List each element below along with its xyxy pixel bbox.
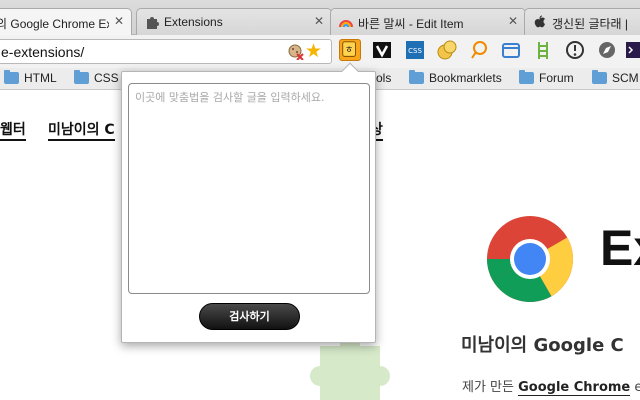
tab-albums[interactable]: 갱신된 글타래 | Alb <box>524 8 640 35</box>
ladder-extension-button[interactable] <box>532 39 554 61</box>
nav-link-minami[interactable]: 미남이의 C <box>48 121 115 141</box>
google-chrome-link[interactable]: Google Chrome <box>518 380 631 396</box>
bookmark-css[interactable]: CSS <box>74 70 119 87</box>
tab-google-chrome-ext[interactable]: 의 Google Chrome Ext ✕ <box>0 8 132 35</box>
intro-paragraph: 제가 만든 Google Chrome e <box>462 376 640 396</box>
bookmark-label: HTML <box>24 71 57 85</box>
speech-extension-button[interactable] <box>468 39 490 61</box>
apple-icon <box>534 15 545 28</box>
toolbar: e-extensions/ ★ ㅎ CSS <box>0 35 640 68</box>
spellcheck-popup: 검사하기 <box>121 62 376 343</box>
tab-title: 갱신된 글타래 | Alb <box>552 17 631 31</box>
bookmark-tools[interactable]: ols <box>376 71 391 87</box>
folder-icon <box>519 70 534 84</box>
folder-icon <box>502 43 520 58</box>
spellcheck-input[interactable] <box>128 83 370 294</box>
bookmark-label: ols <box>376 71 392 85</box>
info-icon <box>566 41 584 59</box>
hangul-check-extension-button[interactable]: ㅎ <box>339 39 361 61</box>
bookmark-star-icon[interactable]: ★ <box>305 41 322 61</box>
paragraph-text: e <box>634 380 640 395</box>
css-icon: CSS <box>406 41 424 59</box>
coin-icon <box>437 40 457 60</box>
ladder-icon <box>538 42 548 59</box>
bookmark-label: CSS <box>94 71 119 85</box>
compass-icon <box>599 42 615 58</box>
tab-title: 바른 말씨 - Edit Item <box>358 17 464 31</box>
css-extension-button[interactable]: CSS <box>404 39 426 61</box>
paragraph-text: 제가 만든 <box>462 380 519 395</box>
bookmark-scm[interactable]: SCM <box>592 70 639 87</box>
speech-bubble-icon <box>471 41 487 59</box>
v-icon <box>373 42 391 58</box>
check-button[interactable]: 검사하기 <box>199 303 300 330</box>
terminal-icon <box>626 42 640 58</box>
bookmark-html[interactable]: HTML <box>4 70 57 87</box>
terminal-extension-button[interactable] <box>624 39 640 61</box>
folder-extension-button[interactable] <box>500 39 522 61</box>
page-title: Ex <box>600 220 640 276</box>
section-heading: 미남이의 Google C <box>461 335 624 356</box>
cookie-blocked-icon[interactable] <box>288 44 304 60</box>
bookmark-forum[interactable]: Forum <box>519 70 574 87</box>
tab-strip: 의 Google Chrome Ext ✕ Extensions ✕ 바른 말씨… <box>0 0 640 35</box>
bookmark-label: Forum <box>539 71 574 85</box>
v-extension-button[interactable] <box>371 39 393 61</box>
close-icon[interactable]: ✕ <box>114 14 124 28</box>
folder-icon <box>592 70 607 84</box>
tab-title: Extensions <box>164 15 223 29</box>
chrome-logo <box>487 216 573 302</box>
bookmark-label: SCM <box>612 71 639 85</box>
tab-extensions[interactable]: Extensions ✕ <box>136 8 332 35</box>
tab-edit-item[interactable]: 바른 말씨 - Edit Item ✕ <box>330 8 526 35</box>
folder-icon <box>4 70 19 84</box>
nav-link-webtoon[interactable]: 웹터 <box>0 121 26 141</box>
address-bar[interactable]: e-extensions/ ★ <box>0 39 332 64</box>
svg-text:CSS: CSS <box>408 47 422 55</box>
folder-icon <box>74 70 89 84</box>
close-icon[interactable]: ✕ <box>508 14 518 28</box>
info-extension-button[interactable] <box>564 39 586 61</box>
folder-icon <box>409 70 424 84</box>
address-url[interactable]: e-extensions/ <box>1 44 84 60</box>
hangul-check-icon: ㅎ <box>342 41 356 57</box>
puzzle-icon <box>147 17 159 29</box>
bookmark-label: Bookmarklets <box>429 71 502 85</box>
tab-title: 의 Google Chrome Ext <box>0 17 109 31</box>
close-icon[interactable]: ✕ <box>314 14 324 28</box>
rainbow-icon <box>339 20 353 28</box>
svg-text:ㅎ: ㅎ <box>345 46 353 56</box>
bookmark-bookmarklets[interactable]: Bookmarklets <box>409 70 502 87</box>
coin-extension-button[interactable] <box>436 39 458 61</box>
compass-extension-button[interactable] <box>596 39 618 61</box>
